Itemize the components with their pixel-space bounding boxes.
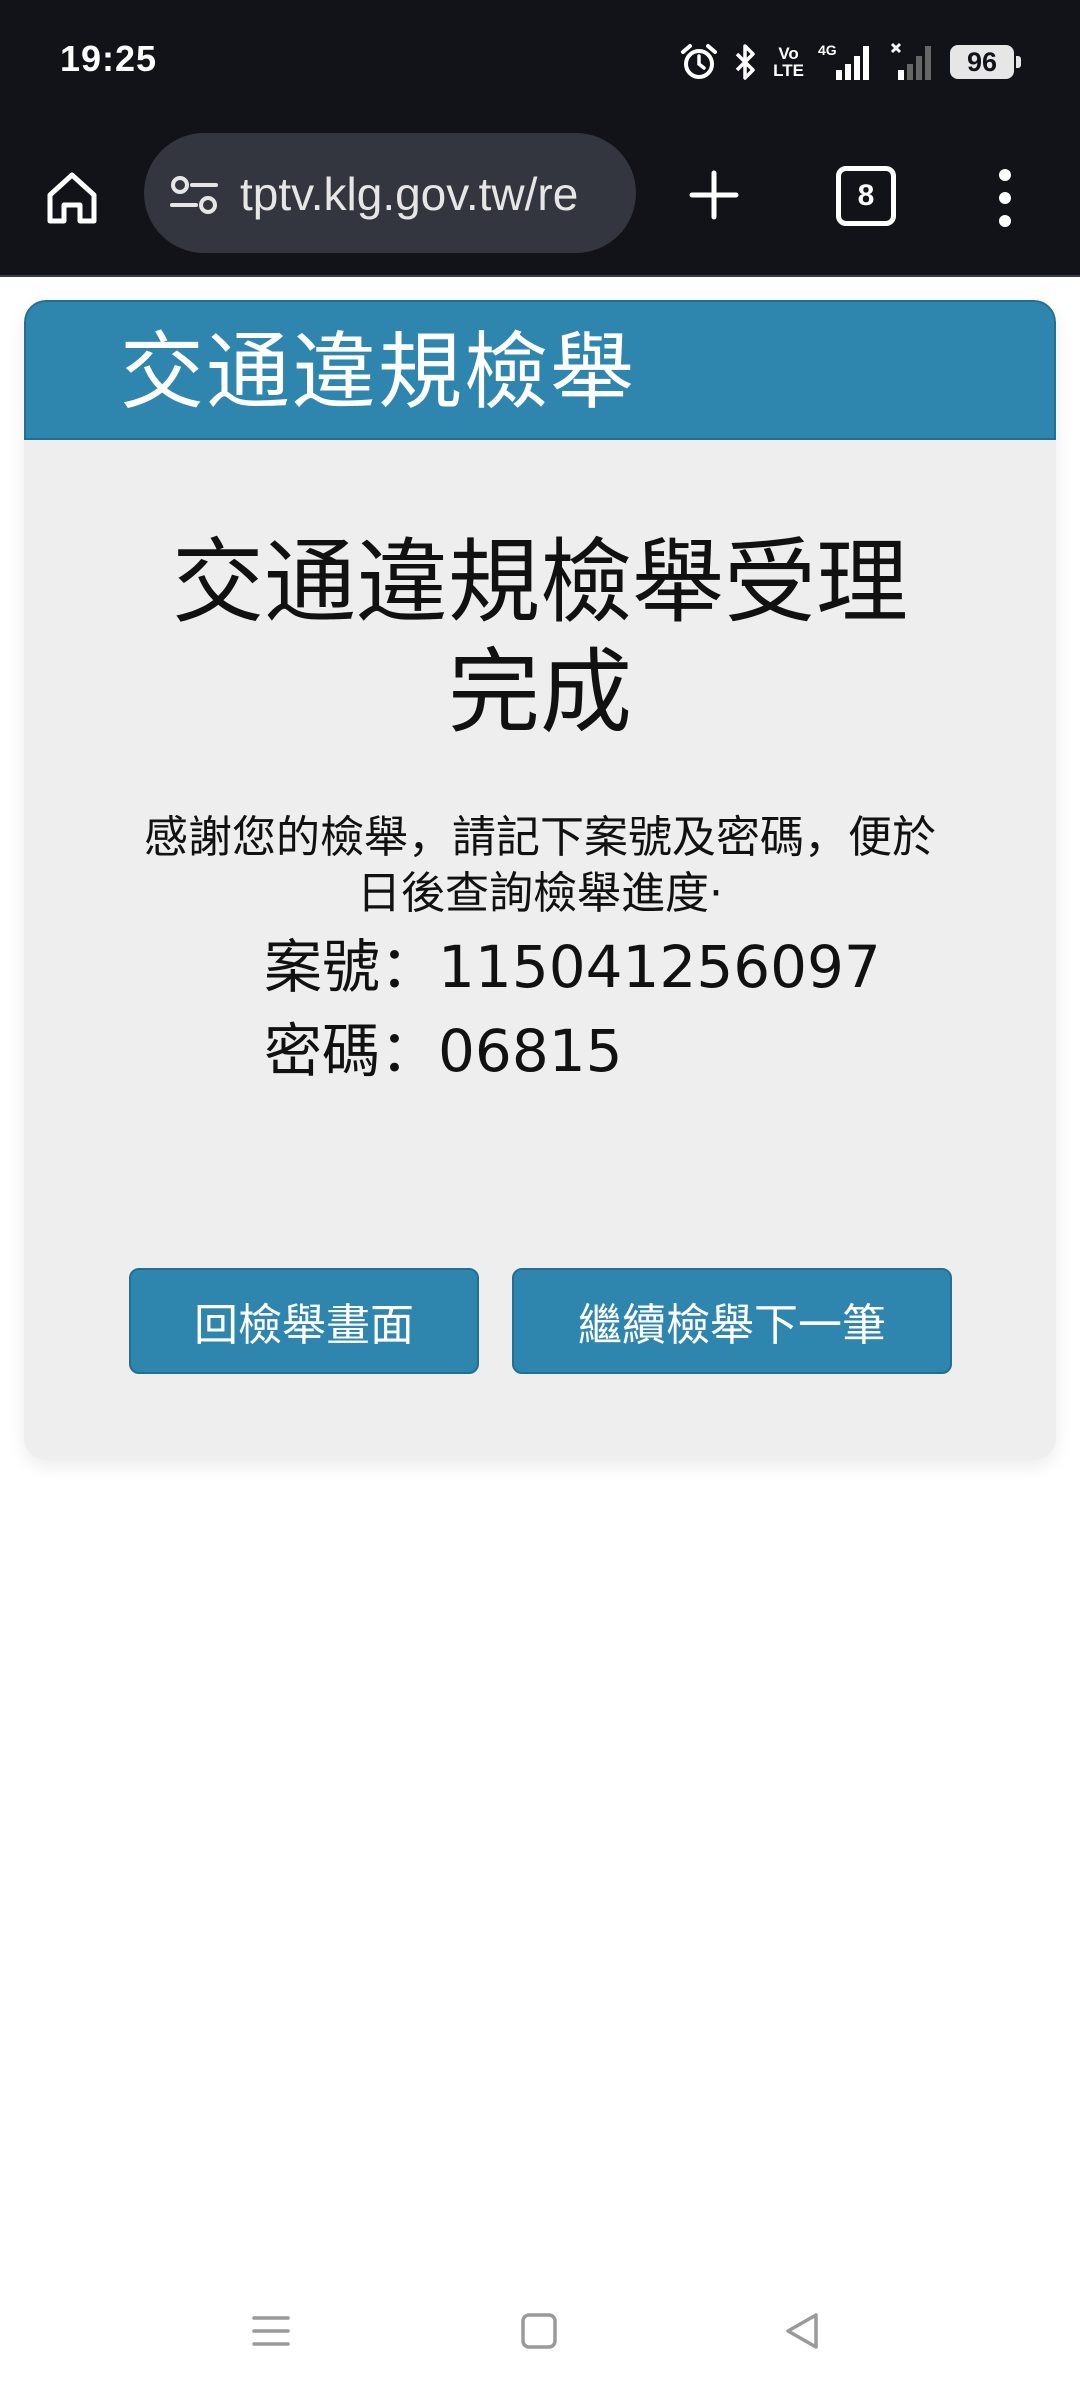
report-next-button[interactable]: 繼續檢舉下一筆 [512, 1268, 952, 1374]
password-row: 密碼：06815 [264, 1016, 623, 1086]
tab-switcher-button[interactable]: 8 [836, 166, 896, 226]
alarm-icon [679, 42, 719, 82]
back-to-report-button[interactable]: 回檢舉畫面 [129, 1268, 479, 1374]
page-title: 交通違規檢舉受理完成 [171, 529, 908, 746]
browser-toolbar: tptv.klg.gov.tw/re 8 [0, 125, 1080, 277]
site-settings-icon[interactable] [168, 175, 220, 219]
url-text[interactable]: tptv.klg.gov.tw/re [240, 167, 620, 221]
status-time: 19:25 [60, 38, 158, 79]
home-icon[interactable] [40, 165, 104, 229]
signal-icon: 4G [818, 42, 876, 82]
status-bar: 19:25 Vo LTE 4G 96 [0, 0, 1080, 125]
recents-icon[interactable] [250, 2310, 292, 2356]
header-title: 交通違規檢舉 [120, 323, 637, 421]
password-value: 06815 [438, 1017, 623, 1085]
address-bar[interactable]: tptv.klg.gov.tw/re [144, 133, 636, 253]
system-nav-bar [0, 2280, 1080, 2400]
battery-indicator: 96 [950, 45, 1021, 79]
svg-text:4G: 4G [818, 42, 837, 58]
back-triangle-icon[interactable] [782, 2310, 824, 2356]
more-vert-icon[interactable] [990, 163, 1020, 233]
result-card: 交通違規檢舉 交通違規檢舉受理完成 感謝您的檢舉，請記下案號及密碼，便於日後查詢… [24, 300, 1056, 1460]
instruction-message: 感謝您的檢舉，請記下案號及密碼，便於日後查詢檢舉進度· [144, 812, 936, 919]
volte-icon: Vo LTE [773, 44, 804, 80]
signal-weak-icon [890, 42, 936, 82]
case-number-label: 案號： [264, 933, 439, 1001]
case-number-row: 案號：115041256097 [264, 932, 881, 1002]
case-number-value: 115041256097 [438, 933, 881, 1001]
password-label: 密碼： [264, 1017, 439, 1085]
status-icons: Vo LTE 4G 96 [679, 36, 1021, 88]
home-square-icon[interactable] [518, 2310, 560, 2356]
card-header: 交通違規檢舉 [24, 300, 1056, 440]
new-tab-icon[interactable] [684, 165, 744, 225]
bluetooth-icon [733, 42, 759, 82]
